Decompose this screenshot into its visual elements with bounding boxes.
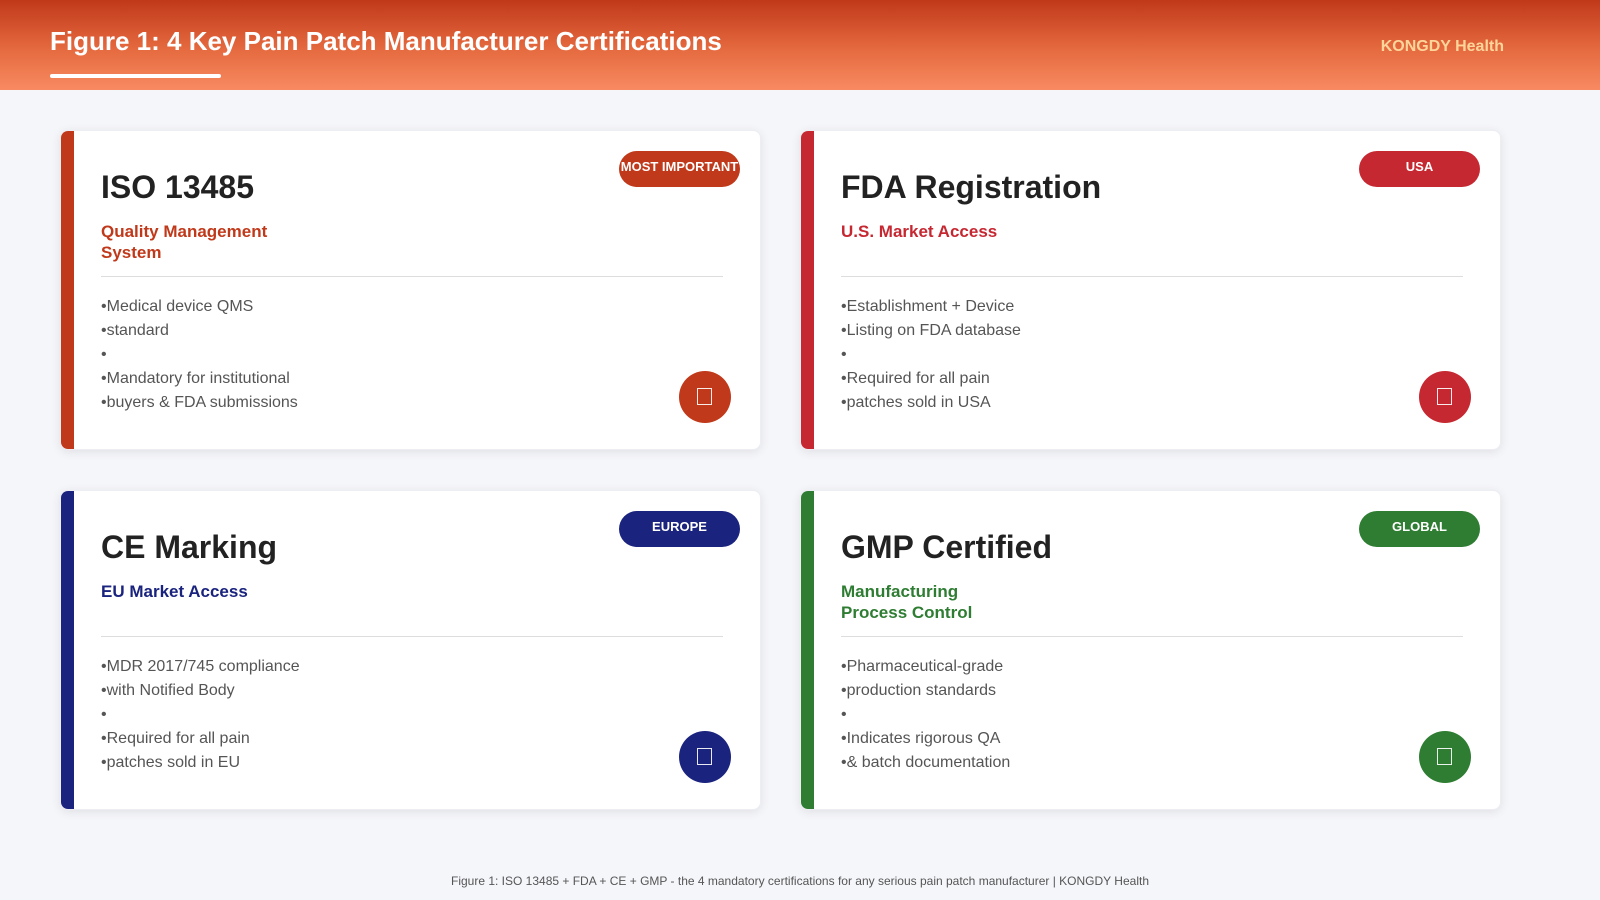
- card-bullet-list: Pharmaceutical-grade production standard…: [841, 655, 1011, 775]
- card-divider: [101, 276, 723, 277]
- list-item: production standards: [841, 679, 1010, 703]
- card-divider: [841, 636, 1463, 637]
- list-item: Pharmaceutical-grade: [841, 655, 1010, 679]
- title-underline: [50, 74, 221, 78]
- card-ce-marking: EUROPE CE Marking EU Market Access MDR 2…: [60, 490, 761, 810]
- certificate-icon: [697, 748, 712, 765]
- card-icon-circle: [1419, 371, 1471, 423]
- list-item: Mandatory for institutional: [101, 367, 298, 391]
- certificate-icon: [697, 388, 712, 405]
- card-title: FDA Registration: [841, 169, 1102, 205]
- card-accent-bar: [61, 491, 74, 809]
- card-iso-13485: MOST IMPORTANT ISO 13485 Quality Managem…: [60, 130, 761, 450]
- brand-name: KONGDY Health: [1380, 38, 1504, 55]
- card-subtitle: U.S. Market Access: [841, 222, 998, 241]
- list-item: with Notified Body: [101, 679, 300, 703]
- certificate-icon: [1437, 388, 1452, 405]
- header-banner: Figure 1: 4 Key Pain Patch Manufacturer …: [0, 0, 1600, 90]
- card-accent-bar: [61, 131, 74, 449]
- card-badge: GLOBAL: [1359, 511, 1480, 547]
- list-item: patches sold in EU: [101, 751, 300, 775]
- card-bullet-list: Establishment + Device Listing on FDA da…: [841, 295, 1021, 415]
- list-item: Required for all pain: [101, 727, 300, 751]
- list-item: Listing on FDA database: [841, 319, 1021, 343]
- card-badge: EUROPE: [619, 511, 740, 547]
- card-divider: [101, 636, 723, 637]
- list-item: patches sold in USA: [841, 391, 1021, 415]
- list-item: [101, 703, 300, 727]
- list-item: & batch documentation: [841, 751, 1011, 775]
- card-badge: MOST IMPORTANT: [619, 151, 740, 187]
- card-icon-circle: [1419, 731, 1471, 783]
- figure-caption: Figure 1: ISO 13485 + FDA + CE + GMP - t…: [450, 874, 1149, 888]
- card-title: GMP Certified: [841, 529, 1052, 565]
- list-item: standard: [101, 319, 298, 343]
- figure-title: Figure 1: 4 Key Pain Patch Manufacturer …: [50, 26, 722, 56]
- card-accent-bar: [801, 131, 814, 449]
- list-item: Medical device QMS: [101, 295, 298, 319]
- list-item: [841, 703, 1010, 727]
- list-item: [101, 343, 298, 367]
- list-item: Indicates rigorous QA: [841, 727, 1010, 751]
- card-accent-bar: [801, 491, 814, 809]
- card-title: ISO 13485: [101, 169, 254, 205]
- list-item: buyers & FDA submissions: [101, 391, 298, 415]
- list-item: Establishment + Device: [841, 295, 1021, 319]
- card-title: CE Marking: [101, 529, 278, 565]
- list-item: [841, 343, 1021, 367]
- card-subtitle: EU Market Access: [101, 582, 248, 601]
- list-item: MDR 2017/745 compliance: [101, 655, 300, 679]
- card-gmp-certified: GLOBAL GMP Certified Manufacturing Proce…: [800, 490, 1501, 810]
- card-icon-circle: [679, 371, 731, 423]
- card-bullet-list: Medical device QMS standard Mandatory fo…: [101, 295, 298, 415]
- card-subtitle: Manufacturing Process Control: [841, 582, 973, 622]
- card-badge: USA: [1359, 151, 1480, 187]
- list-item: Required for all pain: [841, 367, 1021, 391]
- card-divider: [841, 276, 1463, 277]
- card-bullet-list: MDR 2017/745 compliance with Notified Bo…: [101, 655, 300, 775]
- card-subtitle: Quality Management System: [101, 222, 268, 262]
- card-fda-registration: USA FDA Registration U.S. Market Access …: [800, 130, 1501, 450]
- card-icon-circle: [679, 731, 731, 783]
- certificate-icon: [1437, 748, 1452, 765]
